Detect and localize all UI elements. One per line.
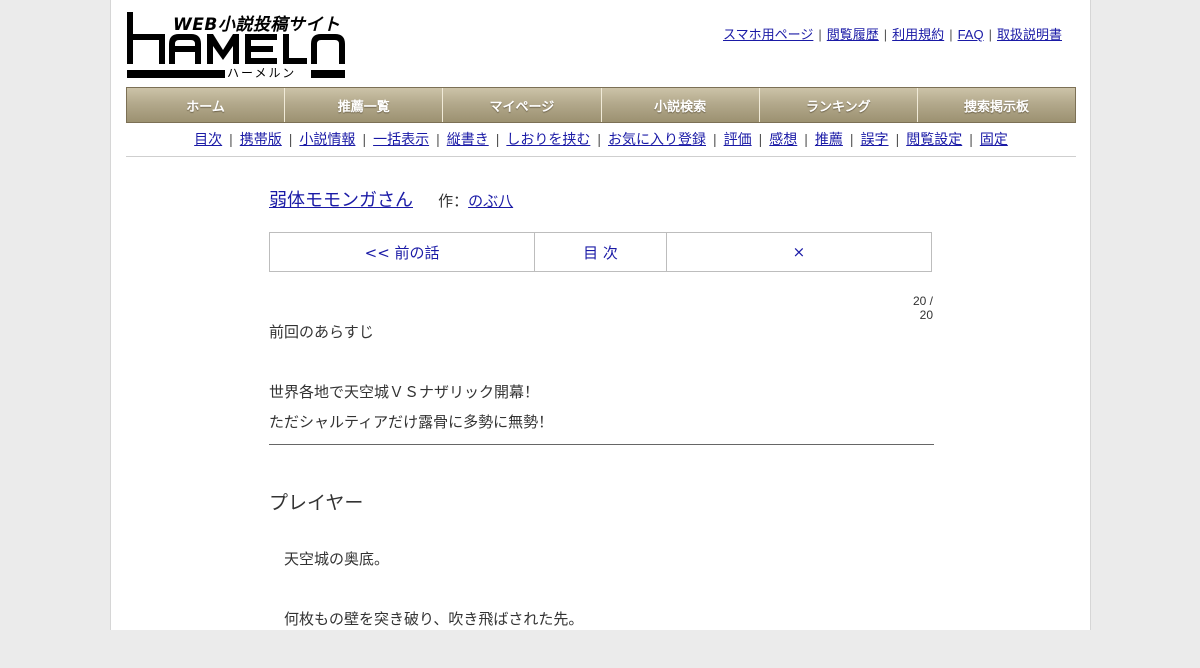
- nav-mypage[interactable]: マイページ: [443, 88, 602, 122]
- separator: |: [229, 131, 233, 147]
- chapter-title: プレイヤー: [269, 492, 364, 514]
- body-paragraph: 天空城の奥底。: [284, 550, 390, 568]
- nav-recommendations[interactable]: 推薦一覧: [285, 88, 444, 122]
- header-link-faq[interactable]: FAQ: [958, 27, 984, 42]
- synopsis-line: ただシャルティアだけ露骨に多勢に無勢！: [269, 413, 554, 431]
- synopsis-line: 世界各地で天空城ＶＳナザリック開幕！: [269, 383, 540, 401]
- author-link[interactable]: のぶ八: [468, 192, 513, 210]
- novel-title[interactable]: 弱体モモンガさん: [269, 190, 413, 211]
- logo-tagline: WEB小説投稿サイト: [173, 15, 341, 35]
- body-paragraph: 何枚もの壁を突き破り、吹き飛ばされた先。: [284, 610, 584, 628]
- subnav-view-settings[interactable]: 閲覧設定: [906, 131, 962, 147]
- separator: |: [362, 131, 367, 147]
- separator: |: [597, 131, 601, 147]
- synopsis-line: [269, 352, 934, 382]
- subnav-vertical[interactable]: 縦書き: [447, 131, 489, 147]
- next-chapter-unavailable: ×: [792, 243, 806, 261]
- separator: |: [988, 27, 992, 42]
- subnav-recommend[interactable]: 推薦: [815, 131, 843, 147]
- page-container: WEB小説投稿サイト ハーメルン スマホ用ページ | 閲覧履歴 | 利用規約 | FAQ | 取…: [110, 0, 1091, 630]
- nav-home[interactable]: ホーム: [127, 88, 286, 122]
- separator: |: [804, 131, 808, 147]
- separator: |: [969, 131, 973, 147]
- header-link-terms[interactable]: 利用規約: [892, 27, 944, 42]
- chapter-body: 天空城の奥底。 何枚もの壁を突き破り、吹き飛ばされた先。: [269, 548, 583, 668]
- chapter-counter: 20 / 20: [912, 294, 933, 322]
- prev-chapter-link[interactable]: << 前の話: [270, 233, 536, 271]
- toc-link[interactable]: 目 次: [535, 233, 667, 271]
- separator: |: [495, 131, 500, 147]
- novel-sub-nav: 目次 | 携帯版 | 小説情報 | 一括表示 | 縦書き | しおりを挟む | お気に入り登録 | 評価 | 感…: [126, 124, 1076, 157]
- header-link-smartphone[interactable]: スマホ用ページ: [723, 27, 813, 42]
- subnav-mobile[interactable]: 携帯版: [240, 131, 282, 147]
- logo-kana: ハーメルン: [227, 66, 297, 80]
- author-label: 作：: [438, 192, 469, 210]
- nav-search-board[interactable]: 捜索掲示板: [917, 88, 1076, 122]
- subnav-comments[interactable]: 感想: [769, 131, 797, 147]
- nav-novel-search[interactable]: 小説検索: [601, 88, 760, 122]
- site-logo[interactable]: WEB小説投稿サイト ハーメルン: [127, 10, 347, 80]
- header-links: スマホ用ページ | 閲覧履歴 | 利用規約 | FAQ | 取扱説明書: [723, 24, 1062, 43]
- separator: |: [949, 27, 953, 42]
- nav-ranking[interactable]: ランキング: [759, 88, 918, 122]
- separator: |: [849, 131, 854, 147]
- subnav-show-all[interactable]: 一括表示: [373, 131, 429, 147]
- separator: |: [288, 131, 293, 147]
- subnav-typo[interactable]: 誤字: [861, 131, 889, 147]
- subnav-bookmark[interactable]: しおりを挟む: [506, 131, 590, 147]
- separator: |: [895, 131, 900, 147]
- subnav-pin[interactable]: 固定: [980, 131, 1008, 147]
- synopsis-divider: [269, 444, 934, 445]
- separator: |: [713, 131, 717, 147]
- separator: |: [758, 131, 763, 147]
- separator: |: [818, 27, 822, 42]
- separator: |: [436, 131, 440, 147]
- header-link-history[interactable]: 閲覧履歴: [827, 27, 879, 42]
- synopsis: 前回のあらすじ 世界各地で天空城ＶＳナザリック開幕！ ただシャルティアだけ露骨に…: [269, 322, 934, 442]
- separator: |: [883, 27, 888, 42]
- novel-header: 弱体モモンガさん 作：のぶ八: [269, 186, 513, 212]
- subnav-favorite[interactable]: お気に入り登録: [608, 131, 706, 147]
- chapter-nav: << 前の話 目 次 ×: [269, 232, 932, 272]
- global-nav: ホーム 推薦一覧 マイページ 小説検索 ランキング 捜索掲示板: [126, 87, 1076, 123]
- subnav-novel-info[interactable]: 小説情報: [299, 131, 355, 147]
- subnav-rating[interactable]: 評価: [724, 131, 752, 147]
- subnav-toc[interactable]: 目次: [194, 131, 222, 147]
- synopsis-line: 前回のあらすじ: [269, 323, 374, 341]
- header-link-manual[interactable]: 取扱説明書: [997, 27, 1062, 42]
